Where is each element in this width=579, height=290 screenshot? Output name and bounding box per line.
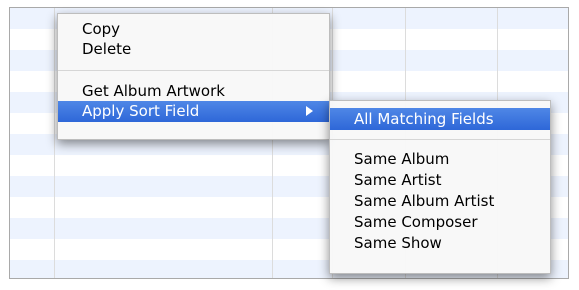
get-album-artwork-label: Get Album Artwork bbox=[82, 82, 225, 100]
same-album-label: Same Album bbox=[354, 150, 450, 168]
triangle-right-icon bbox=[306, 106, 313, 116]
same-artist-menu-item[interactable]: Same Artist bbox=[330, 170, 550, 190]
all-matching-fields-menu-item[interactable]: All Matching Fields bbox=[330, 108, 550, 130]
same-album-artist-menu-item[interactable]: Same Album Artist bbox=[330, 191, 550, 211]
delete-label: Delete bbox=[82, 40, 132, 58]
same-album-menu-item[interactable]: Same Album bbox=[330, 149, 550, 169]
same-composer-label: Same Composer bbox=[354, 213, 478, 231]
context-menu: Copy Delete Get Album Artwork Apply Sort… bbox=[57, 13, 330, 140]
same-show-label: Same Show bbox=[354, 234, 442, 252]
copy-menu-item[interactable]: Copy bbox=[58, 19, 329, 39]
all-matching-fields-label: All Matching Fields bbox=[354, 110, 494, 128]
get-album-artwork-menu-item[interactable]: Get Album Artwork bbox=[58, 81, 329, 101]
same-artist-label: Same Artist bbox=[354, 171, 442, 189]
apply-sort-field-label: Apply Sort Field bbox=[82, 102, 200, 120]
copy-label: Copy bbox=[82, 20, 121, 38]
same-composer-menu-item[interactable]: Same Composer bbox=[330, 212, 550, 232]
apply-sort-field-submenu: All Matching Fields Same Album Same Arti… bbox=[329, 100, 551, 274]
same-album-artist-label: Same Album Artist bbox=[354, 192, 495, 210]
menu-separator bbox=[58, 70, 329, 71]
same-show-menu-item[interactable]: Same Show bbox=[330, 233, 550, 253]
delete-menu-item[interactable]: Delete bbox=[58, 39, 329, 59]
menu-separator bbox=[330, 139, 550, 140]
column-divider bbox=[54, 8, 55, 278]
apply-sort-field-menu-item[interactable]: Apply Sort Field bbox=[58, 101, 329, 122]
